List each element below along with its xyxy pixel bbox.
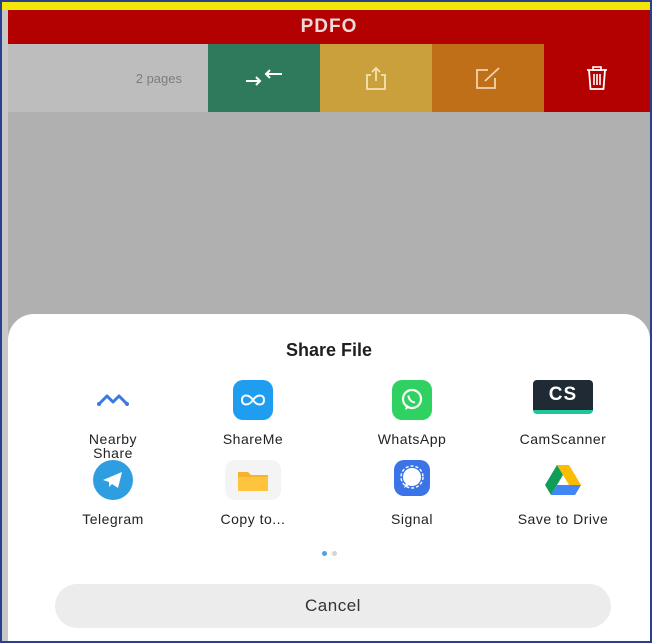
app-frame: PDFO 2 pages Share File Nearby Share Sha…: [0, 0, 652, 643]
share-target-label: Telegram: [82, 511, 144, 527]
page-count: 2 pages: [8, 44, 208, 112]
share-target-telegram[interactable]: Telegram: [38, 460, 188, 526]
page-indicator: [8, 551, 650, 556]
share-target-label: Copy to...: [220, 511, 286, 527]
share-target-save-to-drive[interactable]: Save to Drive: [488, 460, 638, 526]
delete-button[interactable]: [544, 44, 650, 112]
share-target-signal[interactable]: Signal: [337, 460, 487, 526]
app-title-bar: PDFO: [8, 10, 650, 44]
share-target-label: ShareMe: [222, 431, 284, 447]
page-indicator-dot-active: [321, 551, 327, 556]
merge-button[interactable]: [208, 44, 320, 112]
telegram-icon: [93, 460, 133, 500]
whatsapp-icon: [392, 380, 432, 420]
share-target-label: Nearby Share: [88, 431, 138, 461]
shareme-icon: [233, 380, 273, 420]
share-target-label: Signal: [391, 511, 433, 527]
camscanner-icon-text: CS: [548, 384, 578, 405]
share-target-shareme[interactable]: ShareMe: [178, 380, 328, 446]
google-drive-icon: [541, 460, 585, 500]
trash-icon: [587, 66, 607, 90]
camscanner-icon: CS: [533, 380, 593, 414]
share-target-whatsapp[interactable]: WhatsApp: [337, 380, 487, 446]
share-target-camscanner[interactable]: CS CamScanner: [488, 380, 638, 446]
share-target-nearby-share[interactable]: Nearby Share: [38, 380, 188, 460]
app-title: PDFO: [300, 16, 358, 37]
page-count-label: 2 pages: [135, 70, 182, 86]
signal-icon: [394, 460, 430, 496]
merge-arrows-icon: [246, 69, 282, 86]
edit-button[interactable]: [432, 44, 544, 112]
share-upload-icon: [366, 66, 386, 90]
share-target-label: Save to Drive: [517, 511, 609, 527]
share-target-label: WhatsApp: [377, 431, 447, 447]
share-target-label: CamScanner: [519, 431, 607, 447]
share-sheet: Share File Nearby Share ShareMe WhatsApp…: [8, 314, 650, 641]
folder-icon: [225, 460, 281, 500]
edit-pencil-icon: [476, 67, 500, 89]
share-button[interactable]: [320, 44, 432, 112]
share-target-copy-to[interactable]: Copy to...: [178, 460, 328, 526]
document-action-row: 2 pages: [8, 44, 650, 112]
share-sheet-title: Share File: [285, 340, 373, 360]
cancel-button[interactable]: Cancel: [55, 584, 611, 628]
cancel-label: Cancel: [305, 596, 361, 615]
nearby-share-icon: [93, 380, 133, 420]
page-indicator-dot: [331, 551, 337, 556]
